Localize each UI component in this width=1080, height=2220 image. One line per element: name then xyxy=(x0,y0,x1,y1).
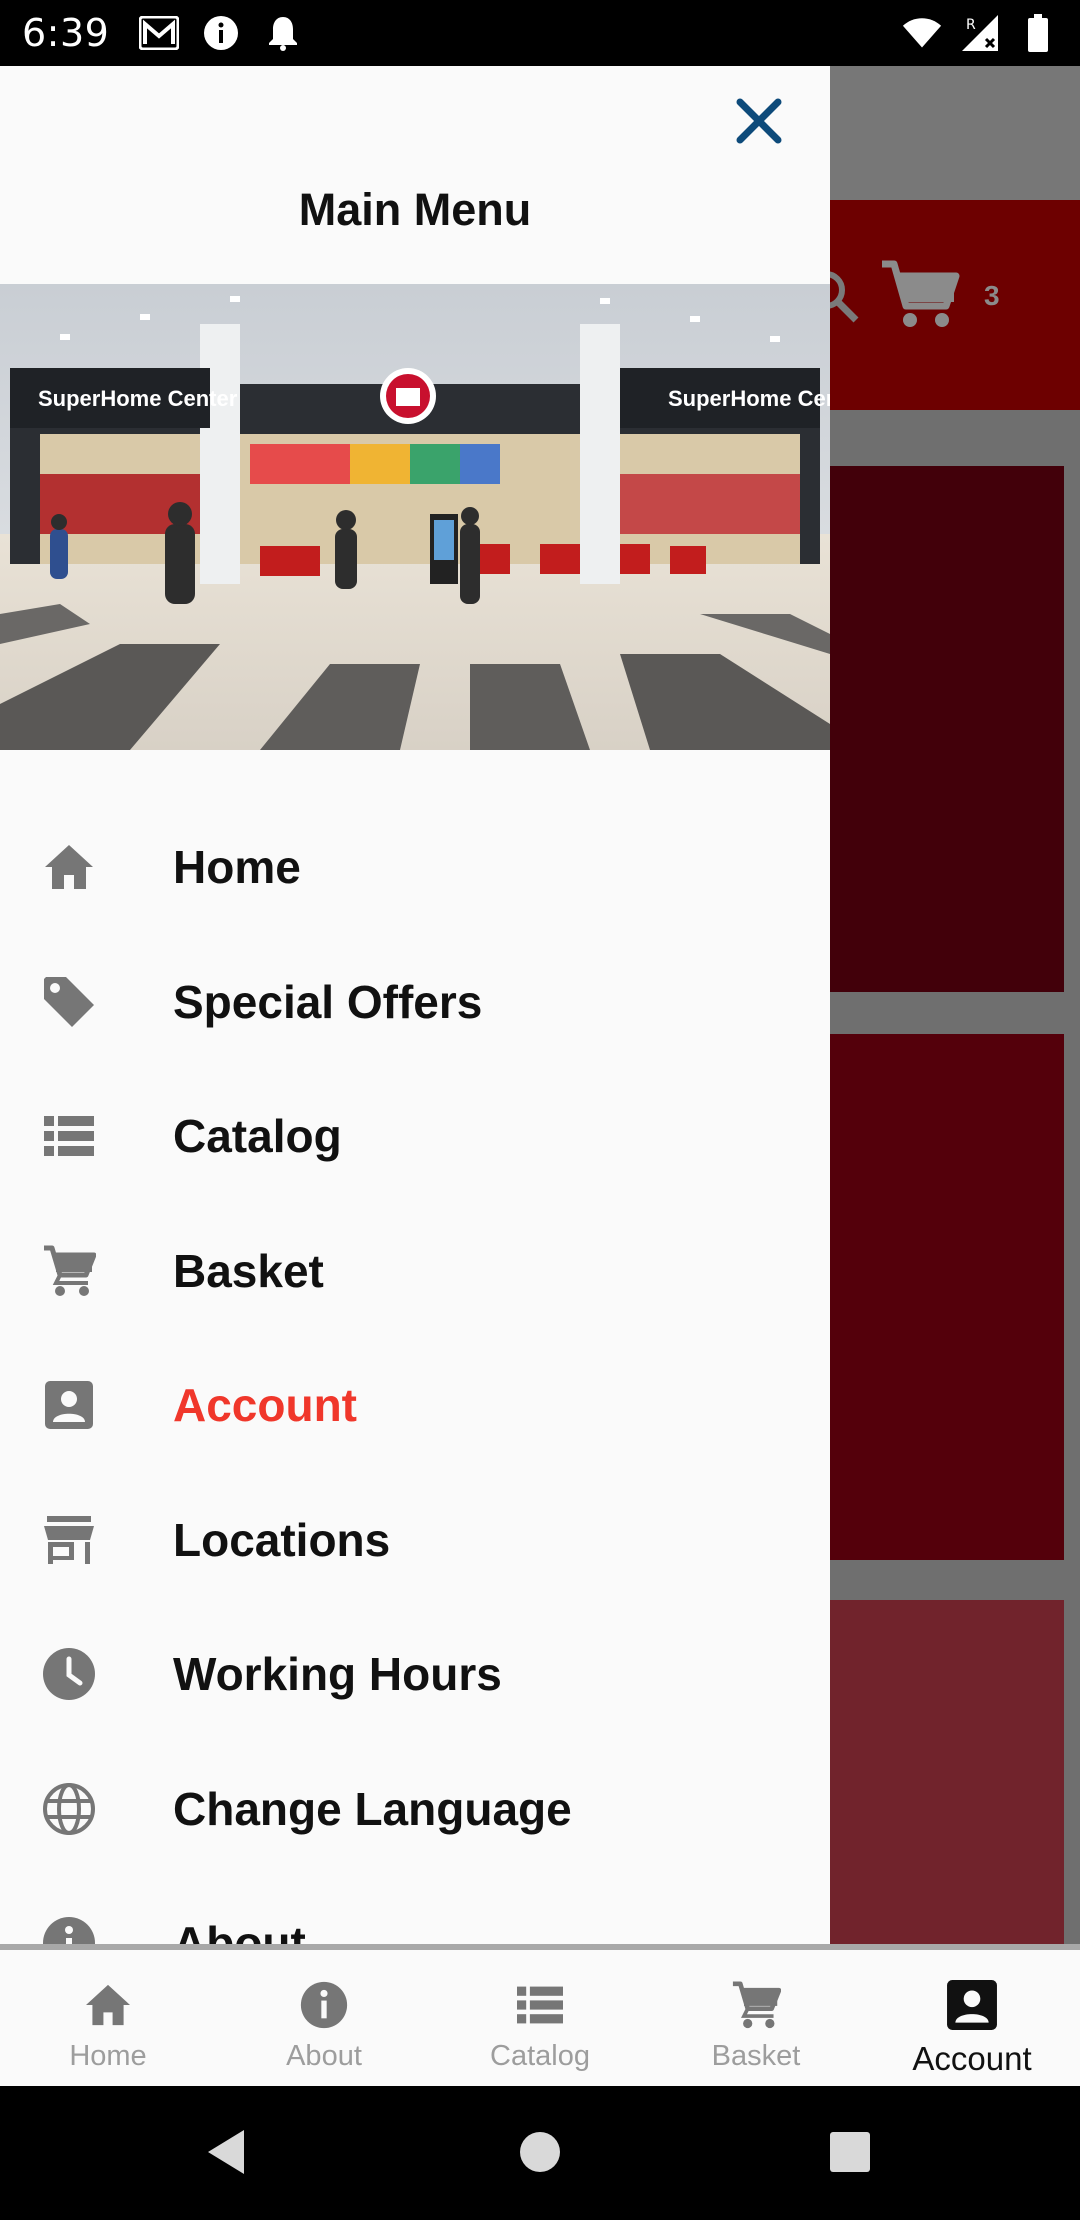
list-icon xyxy=(40,1107,98,1165)
background-card xyxy=(830,466,1064,992)
nav-home[interactable]: Home xyxy=(0,1950,216,2086)
drawer-header: Main Menu xyxy=(0,66,830,284)
menu-item-home[interactable]: Home xyxy=(0,800,830,935)
background-card xyxy=(830,1034,1064,1560)
nav-basket[interactable]: Basket xyxy=(648,1950,864,2086)
store-image: SuperHome Center SuperHome Center xyxy=(0,284,830,750)
home-icon xyxy=(81,1978,135,2032)
home-button[interactable] xyxy=(500,2114,580,2194)
clock-icon xyxy=(40,1645,98,1703)
nav-label: Account xyxy=(912,2040,1032,2077)
globe-icon xyxy=(40,1780,98,1838)
menu-item-label: Special Offers xyxy=(173,975,483,1028)
account-box-icon xyxy=(40,1376,98,1434)
nav-label: About xyxy=(286,2040,362,2072)
store-icon xyxy=(40,1511,98,1569)
nav-account[interactable]: Account xyxy=(864,1950,1080,2086)
wifi-icon xyxy=(902,13,942,53)
cart-icon xyxy=(40,1242,98,1300)
cart-count: 3 xyxy=(984,280,1000,311)
info-icon xyxy=(40,1914,98,1944)
gmail-icon xyxy=(139,13,180,53)
menu-item-account[interactable]: Account xyxy=(0,1338,830,1473)
home-icon xyxy=(40,838,98,896)
close-button[interactable] xyxy=(722,86,796,160)
menu-item-locations[interactable]: Locations xyxy=(0,1473,830,1608)
nav-label: Home xyxy=(69,2040,147,2072)
navigation-drawer: Main Menu SuperHome Center SuperHome Ce … xyxy=(0,66,830,1944)
menu-item-label: Account xyxy=(173,1379,357,1432)
system-navigation-bar xyxy=(0,2086,1080,2220)
recents-icon xyxy=(829,2131,871,2178)
battery-icon xyxy=(1018,13,1058,53)
nav-label: Basket xyxy=(711,2040,801,2072)
drawer-title: Main Menu xyxy=(298,184,532,235)
status-icons-right: R xyxy=(902,13,1058,53)
menu-item-about[interactable]: About xyxy=(0,1876,830,1944)
nav-catalog[interactable]: Catalog xyxy=(432,1950,648,2086)
menu-item-working-hours[interactable]: Working Hours xyxy=(0,1607,830,1742)
status-bar: 6:39 R xyxy=(0,0,1080,66)
status-time: 6:39 xyxy=(22,11,110,55)
nav-about[interactable]: About xyxy=(216,1950,432,2086)
nav-label: Catalog xyxy=(490,2040,590,2072)
cart-icon xyxy=(880,260,960,335)
list-icon xyxy=(513,1978,567,2032)
menu-item-basket[interactable]: Basket xyxy=(0,1204,830,1339)
menu-item-catalog[interactable]: Catalog xyxy=(0,1069,830,1204)
cart-icon xyxy=(729,1978,783,2032)
drawer-menu: Home Special Offers Catalog Basket Accou… xyxy=(0,800,830,1944)
back-icon xyxy=(204,2128,248,2181)
info-icon xyxy=(297,1978,351,2032)
background-card xyxy=(830,1600,1064,1960)
signal-roaming-icon: R xyxy=(960,13,1000,53)
store-sign-right: SuperHome Center xyxy=(668,386,830,411)
menu-item-label: Catalog xyxy=(173,1110,342,1163)
menu-item-label: Home xyxy=(173,841,301,894)
tag-icon xyxy=(40,973,98,1031)
account-box-icon xyxy=(945,1978,999,2032)
menu-item-special-offers[interactable]: Special Offers xyxy=(0,935,830,1070)
store-sign-left: SuperHome Center xyxy=(38,386,238,411)
bottom-navigation: Home About Catalog Basket Account xyxy=(0,1944,1080,2086)
menu-item-change-language[interactable]: Change Language xyxy=(0,1742,830,1877)
info-icon xyxy=(201,13,241,53)
menu-item-label: Basket xyxy=(173,1244,324,1297)
home-circle-icon xyxy=(518,2130,562,2179)
svg-text:R: R xyxy=(966,17,976,33)
notification-bell-icon xyxy=(263,13,303,53)
app-screen: 6:39 R 3 Main Menu SuperHome Center Supe… xyxy=(0,0,1080,2220)
status-icons-left xyxy=(139,13,303,53)
menu-item-label: Change Language xyxy=(173,1782,572,1835)
close-icon xyxy=(734,96,784,151)
recents-button[interactable] xyxy=(810,2114,890,2194)
back-button[interactable] xyxy=(186,2114,266,2194)
menu-item-label: About xyxy=(173,1917,306,1944)
menu-item-label: Working Hours xyxy=(173,1648,502,1701)
menu-item-label: Locations xyxy=(173,1513,391,1566)
